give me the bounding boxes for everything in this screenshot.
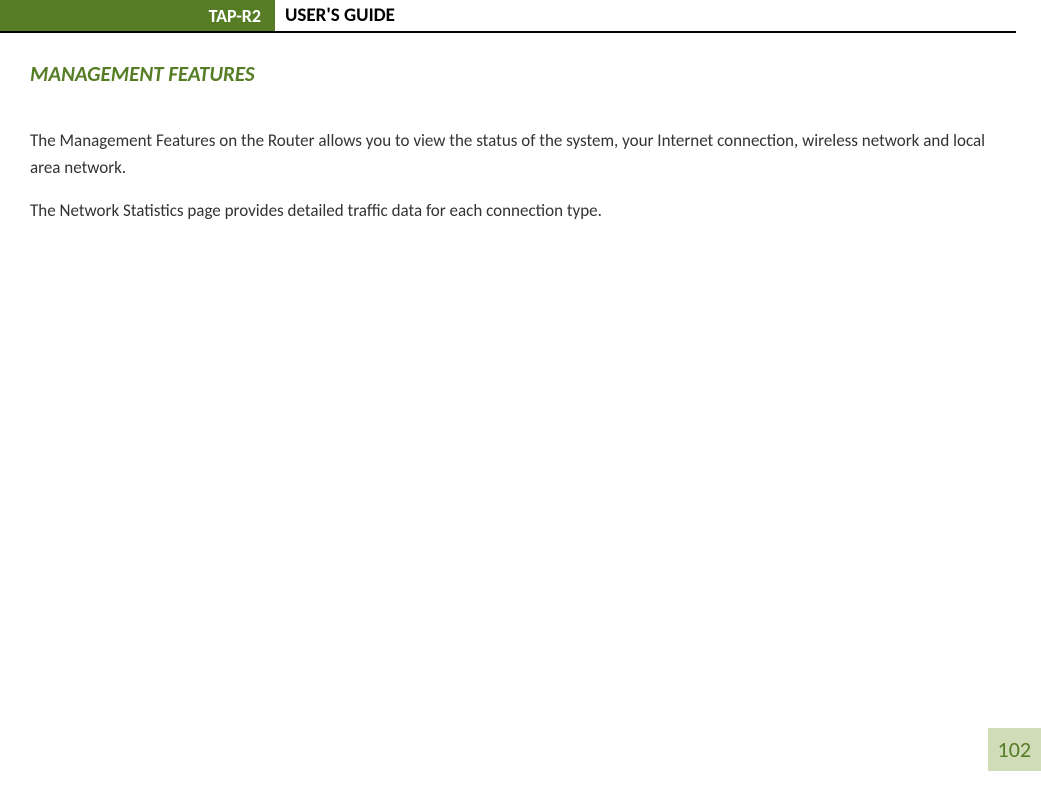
- page-number: 102: [988, 728, 1041, 771]
- document-title: USER'S GUIDE: [275, 0, 395, 31]
- body-paragraph: The Management Features on the Router al…: [30, 127, 1016, 181]
- section-heading: MANAGEMENT FEATURES: [30, 61, 1016, 87]
- body-paragraph: The Network Statistics page provides det…: [30, 197, 1016, 224]
- document-header: TAP-R2 USER'S GUIDE: [0, 0, 1016, 33]
- product-badge: TAP-R2: [0, 0, 275, 31]
- page-content: MANAGEMENT FEATURES The Management Featu…: [0, 33, 1041, 225]
